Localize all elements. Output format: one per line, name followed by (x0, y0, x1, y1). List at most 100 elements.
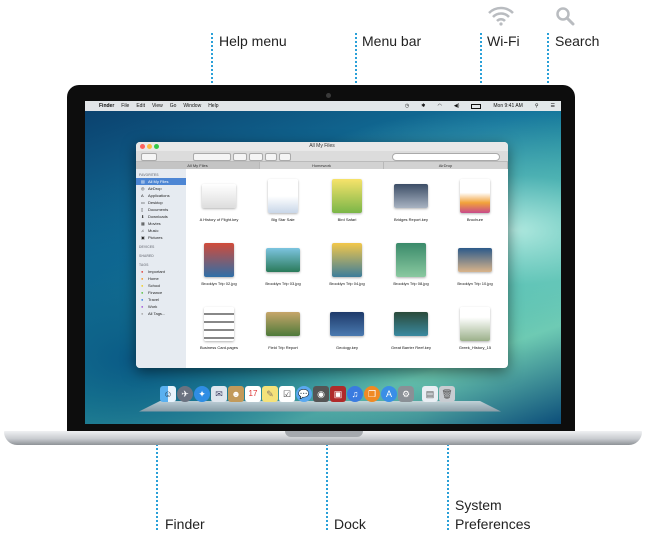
file-item[interactable]: Brooklyn Trip 10.jpg (444, 243, 506, 286)
ibooks-app-icon[interactable]: ❐ (364, 386, 380, 402)
app-store-app-icon[interactable]: A (381, 386, 397, 402)
file-name: A History of Flight.key (199, 217, 239, 222)
time-machine-icon[interactable]: ◷ (405, 103, 409, 109)
finder-sidebar: FAVORITES ▤ All My Files ◎ AirDrop A Applic… (136, 169, 186, 368)
sidebar-tag-finance[interactable]: ● Finance (136, 289, 186, 296)
screen: Finder File Edit View Go Window Help ◷ ✱… (85, 101, 561, 424)
mail-app-icon[interactable]: ✉ (211, 386, 227, 402)
window-controls (140, 144, 159, 149)
file-item[interactable]: Bird Safari (316, 179, 378, 222)
sidebar-item-all-my-files[interactable]: ▤ All My Files (136, 178, 186, 185)
sidebar-item-label: All Tags... (148, 311, 166, 316)
bluetooth-icon[interactable]: ✱ (421, 103, 425, 109)
share-button[interactable] (265, 153, 277, 161)
sidebar-tag-home[interactable]: ● Home (136, 275, 186, 282)
file-item[interactable]: Brooklyn Trip 04.jpg (316, 243, 378, 286)
notification-center-icon[interactable]: ☰ (551, 103, 555, 109)
menu-file[interactable]: File (121, 103, 129, 109)
menu-clock[interactable]: Mon 9:41 AM (493, 103, 522, 109)
notes-app-icon[interactable]: ✎ (262, 386, 278, 402)
menu-window[interactable]: Window (183, 103, 201, 109)
view-buttons[interactable] (193, 153, 231, 161)
file-item[interactable]: Brooklyn Trip 08.jpg (380, 243, 442, 286)
wifi-status-icon[interactable]: ◠ (437, 103, 441, 109)
downloads-icon: ⬇ (141, 214, 145, 219)
sidebar-item-label: Important (148, 269, 165, 274)
sidebar-item-documents[interactable]: ▯ Documents (136, 206, 186, 213)
menu-edit[interactable]: Edit (136, 103, 145, 109)
sidebar-tag-important[interactable]: ● Important (136, 268, 186, 275)
file-item[interactable]: Big Star Sale (252, 179, 314, 222)
red-tag-icon: ● (141, 269, 144, 274)
sidebar-tag-school[interactable]: ● School (136, 282, 186, 289)
tags-button[interactable] (279, 153, 291, 161)
pictures-icon: ▣ (141, 235, 145, 240)
system-preferences-app-icon[interactable]: ⚙ (398, 386, 414, 402)
sidebar-item-pictures[interactable]: ▣ Pictures (136, 234, 186, 241)
launchpad-app-icon[interactable]: ✈ (177, 386, 193, 402)
sidebar-item-airdrop[interactable]: ◎ AirDrop (136, 185, 186, 192)
finder-search-field[interactable] (392, 153, 500, 161)
facetime-app-icon[interactable]: ◉ (313, 386, 329, 402)
spotlight-icon[interactable]: ⚲ (535, 103, 539, 109)
sidebar-item-label: Downloads (148, 214, 168, 219)
close-button[interactable] (140, 144, 145, 149)
finder-window: All My Files All My Files Homework AirDr… (136, 142, 508, 368)
battery-icon[interactable] (471, 103, 482, 109)
file-item[interactable]: Geology.key (316, 307, 378, 350)
file-name: Brooklyn Trip 10.jpg (457, 281, 493, 286)
volume-icon[interactable]: ◀) (454, 103, 460, 109)
sidebar-item-applications[interactable]: A Applications (136, 192, 186, 199)
keynote-thumbnail (330, 312, 364, 336)
search-callout: Search (555, 33, 600, 49)
zoom-button[interactable] (154, 144, 159, 149)
help-menu-callout: Help menu (219, 33, 287, 49)
menu-help[interactable]: Help (208, 103, 218, 109)
file-name: Big Star Sale (271, 217, 295, 222)
back-forward-button[interactable] (141, 153, 157, 161)
menu-view[interactable]: View (152, 103, 163, 109)
file-item[interactable]: Brooklyn Trip 02.jpg (188, 243, 250, 286)
sidebar-tag-work[interactable]: ● Work (136, 303, 186, 310)
blue-tag-icon: ● (141, 297, 144, 302)
downloads-stack-icon[interactable]: ▤ (422, 386, 438, 402)
sidebar-item-downloads[interactable]: ⬇ Downloads (136, 213, 186, 220)
action-button[interactable] (249, 153, 263, 161)
lid-notch (285, 431, 363, 437)
calendar-app-icon[interactable]: 17 (245, 386, 261, 402)
safari-app-icon[interactable]: ✦ (194, 386, 210, 402)
tab-all-my-files[interactable]: All My Files (136, 162, 260, 169)
finder-app-icon[interactable]: ☺ (160, 386, 176, 402)
file-item[interactable]: Field Trip Report (252, 307, 314, 350)
keynote-thumbnail (394, 184, 428, 208)
messages-app-icon[interactable]: 💬 (296, 386, 312, 402)
file-item[interactable]: Business Card.pages (188, 307, 250, 350)
documents-icon: ▯ (141, 207, 144, 212)
menu-finder[interactable]: Finder (99, 103, 114, 109)
file-item[interactable]: Brochure (444, 179, 506, 222)
trash-icon[interactable]: 🗑 (439, 386, 455, 402)
minimize-button[interactable] (147, 144, 152, 149)
file-item[interactable]: Great Barrier Reef.key (380, 307, 442, 350)
file-item[interactable]: Bridges Report.key (380, 179, 442, 222)
file-item[interactable]: Brooklyn Trip 03.jpg (252, 243, 314, 286)
contacts-app-icon[interactable]: ☻ (228, 386, 244, 402)
sidebar-item-music[interactable]: ♫ Music (136, 227, 186, 234)
arrange-button[interactable] (233, 153, 247, 161)
file-item[interactable]: A History of Flight.key (188, 179, 250, 222)
sidebar-tag-travel[interactable]: ● Travel (136, 296, 186, 303)
tab-airdrop[interactable]: AirDrop (384, 162, 508, 169)
sidebar-item-desktop[interactable]: ▭ Desktop (136, 199, 186, 206)
photo-booth-app-icon[interactable]: ▣ (330, 386, 346, 402)
reminders-app-icon[interactable]: ☑ (279, 386, 295, 402)
document-thumbnail (266, 312, 300, 336)
menu-go[interactable]: Go (170, 103, 177, 109)
tab-homework[interactable]: Homework (260, 162, 384, 169)
file-item[interactable]: Greek_History_15 (444, 307, 506, 350)
itunes-app-icon[interactable]: ♫ (347, 386, 363, 402)
sidebar-item-movies[interactable]: ▦ Movies (136, 220, 186, 227)
file-name: Brooklyn Trip 08.jpg (393, 281, 429, 286)
desktop-icon: ▭ (141, 200, 145, 205)
sidebar-tag-all-tags[interactable]: ● All Tags... (136, 310, 186, 317)
airdrop-icon: ◎ (141, 186, 145, 191)
